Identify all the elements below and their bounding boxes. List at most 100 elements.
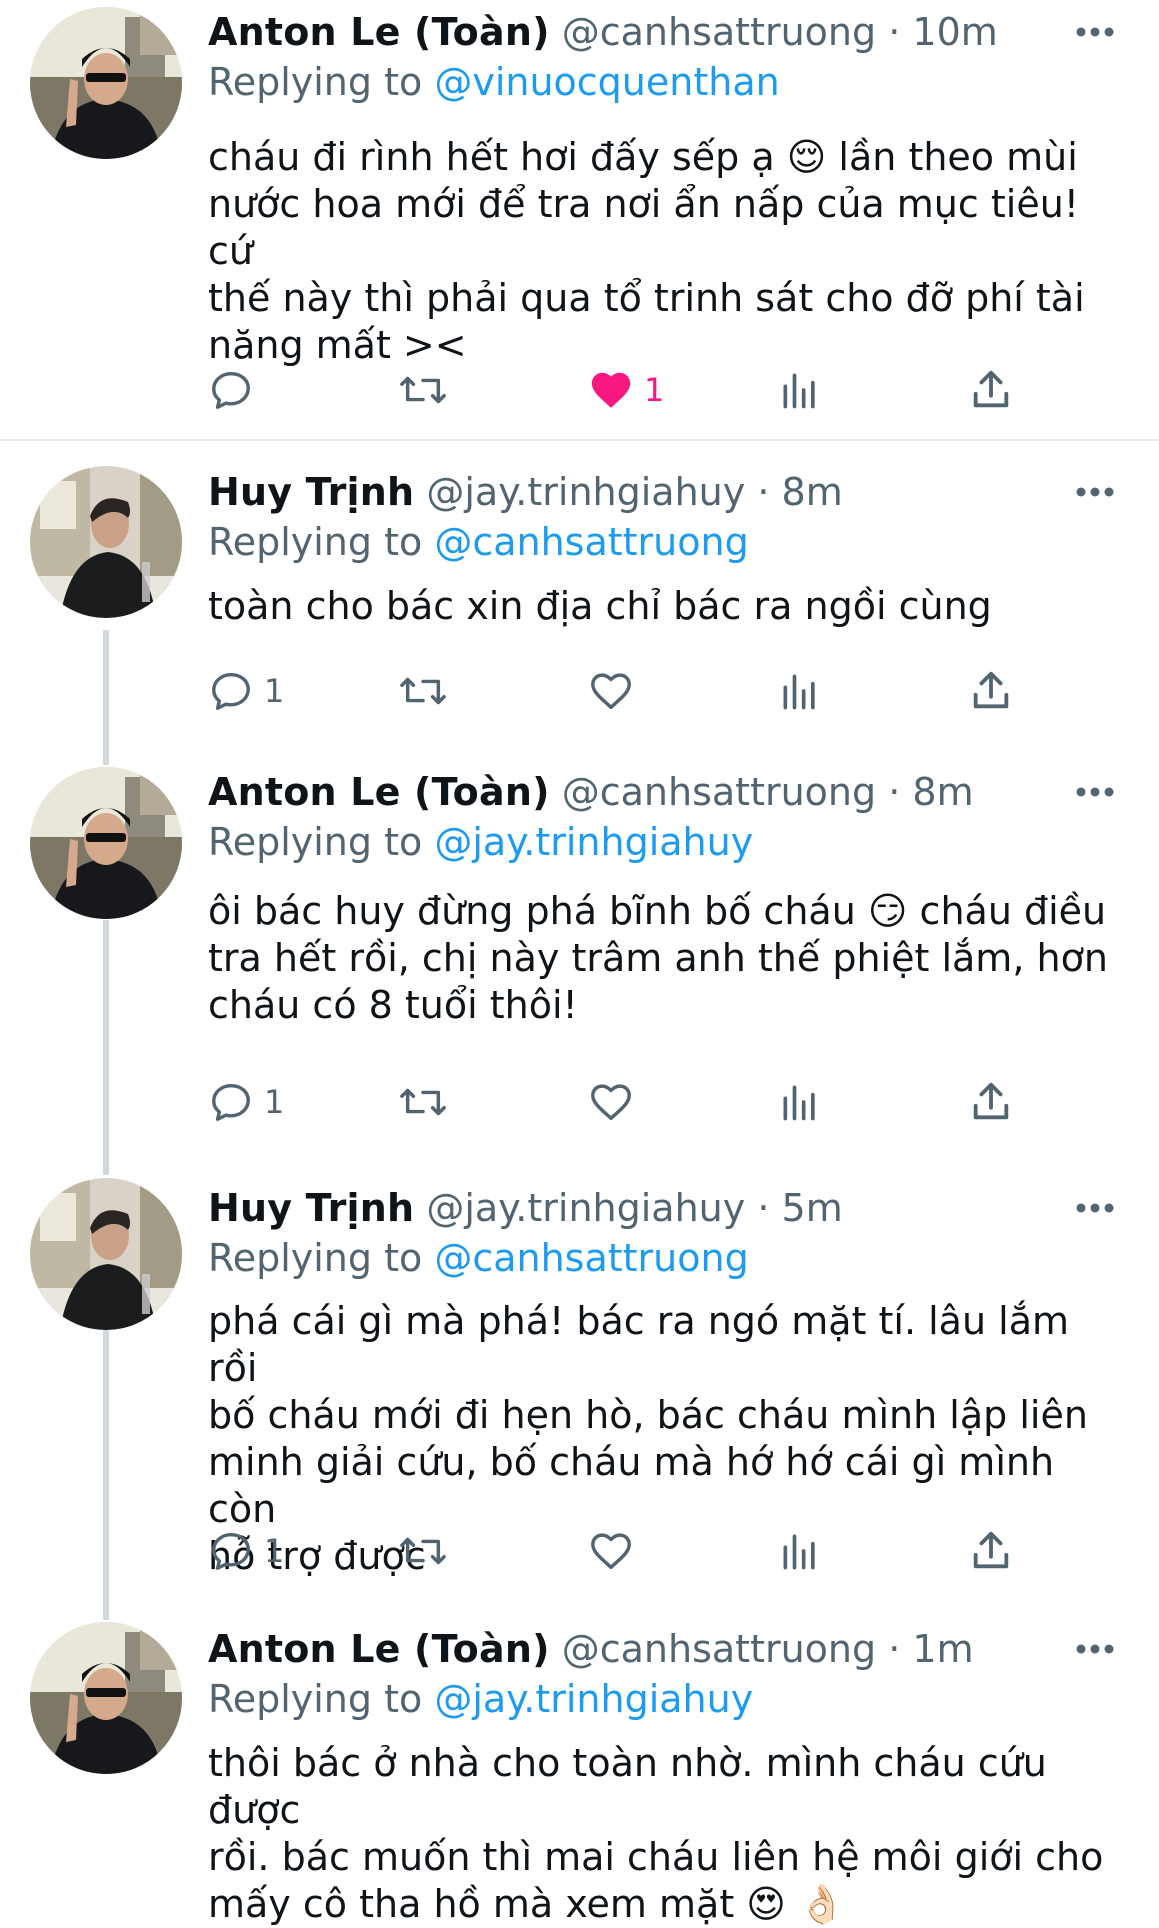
replying-to-label: Replying to (208, 1677, 423, 1721)
analytics-button[interactable] (778, 362, 822, 418)
tweet-actions: 1 (208, 663, 1028, 719)
reply-icon (212, 371, 250, 409)
display-name[interactable]: Anton Le (Toàn) (208, 1627, 550, 1671)
more-options-button[interactable] (1073, 772, 1117, 812)
reply-icon (212, 1083, 250, 1121)
reply-button[interactable]: 1 (208, 1523, 284, 1579)
replying-to-mention[interactable]: @jay.trinhgiahuy (434, 820, 753, 864)
avatar-anton (30, 7, 182, 159)
tweet-actions: 1 (208, 1523, 1028, 1579)
share-button[interactable] (968, 663, 1014, 719)
display-name[interactable]: Huy Trịnh (208, 1186, 414, 1230)
reply-count: 1 (264, 1532, 285, 1570)
replying-to: Replying to @jay.trinhgiahuy (208, 1675, 753, 1723)
replying-to-mention[interactable]: @vinuocquenthan (434, 60, 779, 104)
retweet-icon (400, 1088, 446, 1116)
retweet-button[interactable] (398, 1523, 458, 1579)
like-button[interactable] (588, 1523, 644, 1579)
like-button[interactable]: 1 (588, 362, 664, 418)
analytics-button[interactable] (778, 1523, 822, 1579)
replying-to-mention[interactable]: @canhsattruong (434, 1236, 748, 1280)
replying-to-label: Replying to (208, 60, 423, 104)
retweet-button[interactable] (398, 1074, 458, 1130)
avatar[interactable] (30, 7, 182, 159)
reply-count: 1 (264, 1083, 285, 1121)
heart-icon (591, 1084, 631, 1121)
more-options-button[interactable] (1073, 1629, 1117, 1669)
share-button[interactable] (968, 1074, 1014, 1130)
heart-icon-filled (591, 372, 631, 408)
username-handle[interactable]: @jay.trinhgiahuy (426, 1186, 745, 1230)
timestamp[interactable]: 1m (912, 1627, 973, 1671)
share-button[interactable] (968, 362, 1014, 418)
tweet[interactable]: Huy Trịnh @jay.trinhgiahuy · 8m Replying… (0, 460, 1159, 760)
replying-to-label: Replying to (208, 520, 423, 564)
tweet-header: Anton Le (Toàn) @canhsattruong · 1m (208, 1625, 974, 1673)
display-name[interactable]: Anton Le (Toàn) (208, 10, 550, 54)
display-name[interactable]: Anton Le (Toàn) (208, 770, 550, 814)
avatar-anton (30, 1622, 182, 1774)
replying-to-mention[interactable]: @canhsattruong (434, 520, 748, 564)
separator-dot: · (757, 1186, 770, 1230)
like-button[interactable] (588, 1074, 644, 1130)
timestamp[interactable]: 5m (782, 1186, 843, 1230)
analytics-icon (783, 1534, 815, 1570)
more-options-button[interactable] (1073, 472, 1117, 512)
replying-to-mention[interactable]: @jay.trinhgiahuy (434, 1677, 753, 1721)
reply-button[interactable] (208, 362, 264, 418)
tweet-header: Huy Trịnh @jay.trinhgiahuy · 8m (208, 468, 843, 516)
retweet-button[interactable] (398, 362, 458, 418)
reply-icon (212, 1532, 250, 1570)
replying-to: Replying to @jay.trinhgiahuy (208, 818, 753, 866)
avatar-anton (30, 767, 182, 919)
tweet[interactable]: Anton Le (Toàn) @canhsattruong · 8m Repl… (0, 760, 1159, 1170)
heart-icon (591, 673, 631, 710)
more-options-button[interactable] (1073, 12, 1117, 52)
tweet-actions: 1 (208, 362, 1028, 418)
replying-to: Replying to @vinuocquenthan (208, 58, 780, 106)
avatar[interactable] (30, 1178, 182, 1330)
tweet-header: Anton Le (Toàn) @canhsattruong · 10m (208, 8, 998, 56)
like-button[interactable] (588, 663, 644, 719)
display-name[interactable]: Huy Trịnh (208, 470, 414, 514)
timestamp[interactable]: 8m (912, 770, 973, 814)
avatar[interactable] (30, 466, 182, 618)
reply-button[interactable]: 1 (208, 1074, 284, 1130)
analytics-icon (783, 373, 815, 409)
tweet[interactable]: Anton Le (Toàn) @canhsattruong · 10m Rep… (0, 0, 1159, 440)
separator-dot: · (888, 10, 901, 54)
share-icon (973, 1531, 1009, 1569)
reply-count: 1 (264, 672, 285, 710)
tweet-text: thôi bác ở nhà cho toàn nhờ. mình cháu c… (208, 1741, 1104, 1926)
analytics-icon (783, 674, 815, 710)
share-button[interactable] (968, 1523, 1014, 1579)
timestamp[interactable]: 8m (782, 470, 843, 514)
more-options-button[interactable] (1073, 1188, 1117, 1228)
tweet[interactable]: Anton Le (Toàn) @canhsattruong · 1m Repl… (0, 1610, 1159, 1926)
username-handle[interactable]: @jay.trinhgiahuy (426, 470, 745, 514)
timestamp[interactable]: 10m (912, 10, 997, 54)
separator-dot: · (888, 770, 901, 814)
more-icon (1076, 487, 1114, 497)
avatar[interactable] (30, 1622, 182, 1774)
retweet-button[interactable] (398, 663, 458, 719)
more-icon (1076, 1203, 1114, 1213)
avatar-huy (30, 1178, 182, 1330)
analytics-button[interactable] (778, 1074, 822, 1130)
analytics-button[interactable] (778, 663, 822, 719)
tweet[interactable]: Huy Trịnh @jay.trinhgiahuy · 5m Replying… (0, 1170, 1159, 1610)
share-icon (973, 1082, 1009, 1120)
separator-dot: · (757, 470, 770, 514)
username-handle[interactable]: @canhsattruong (562, 770, 876, 814)
analytics-icon (783, 1085, 815, 1121)
tweet-text: toàn cho bác xin địa chỉ bác ra ngồi cùn… (208, 584, 992, 628)
retweet-icon (400, 1537, 446, 1565)
more-icon (1076, 1644, 1114, 1654)
avatar[interactable] (30, 767, 182, 919)
share-icon (973, 671, 1009, 709)
username-handle[interactable]: @canhsattruong (562, 10, 876, 54)
tweet-text: cháu đi rình hết hơi đấy sếp ạ 😌 lần the… (208, 135, 1085, 367)
tweet-divider (0, 439, 1159, 441)
username-handle[interactable]: @canhsattruong (562, 1627, 876, 1671)
reply-button[interactable]: 1 (208, 663, 284, 719)
